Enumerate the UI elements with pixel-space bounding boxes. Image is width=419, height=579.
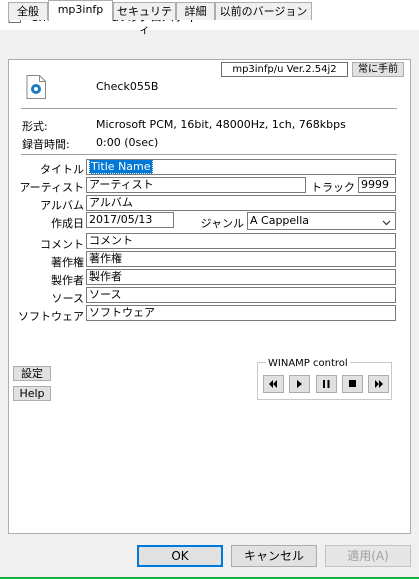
album-label: アルバム: [40, 199, 84, 212]
genre-label: ジャンル: [200, 217, 244, 230]
genre-value: A Cappella: [250, 214, 310, 227]
title-field[interactable]: Title Name: [86, 159, 396, 175]
format-value: Microsoft PCM, 16bit, 48000Hz, 1ch, 768k…: [96, 118, 346, 131]
divider: [21, 154, 397, 155]
tab-previous-versions[interactable]: 以前のバージョン: [215, 2, 312, 20]
producer-label: 製作者: [51, 274, 84, 287]
fast-forward-button[interactable]: [368, 375, 389, 393]
format-label: 形式:: [22, 120, 48, 133]
producer-field[interactable]: 製作者: [86, 269, 396, 285]
artist-field[interactable]: アーティスト: [86, 177, 306, 193]
version-label: mp3infp/u Ver.2.54j2: [221, 62, 348, 77]
copyright-field[interactable]: 著作権: [86, 251, 396, 267]
track-field[interactable]: 9999: [358, 177, 396, 193]
divider: [21, 108, 397, 109]
stop-button[interactable]: [342, 375, 363, 393]
genre-select[interactable]: A Cappella: [247, 212, 396, 230]
rewind-button[interactable]: [263, 375, 284, 393]
title-value: Title Name: [89, 160, 153, 174]
software-label: ソフトウェア: [18, 310, 84, 323]
apply-button[interactable]: 適用(A): [325, 545, 411, 567]
cancel-button[interactable]: キャンセル: [231, 545, 317, 567]
date-label: 作成日: [51, 217, 84, 230]
pause-button[interactable]: [316, 375, 337, 393]
tab-general[interactable]: 全般: [8, 2, 48, 20]
source-label: ソース: [51, 292, 84, 305]
tab-mp3infp[interactable]: mp3infp: [48, 0, 113, 21]
chevron-down-icon: [382, 216, 391, 229]
ok-button[interactable]: OK: [137, 545, 223, 567]
duration-label: 録音時間:: [22, 138, 70, 151]
audio-file-icon: [26, 75, 46, 99]
comment-field[interactable]: コメント: [86, 233, 396, 249]
play-button[interactable]: [289, 375, 310, 393]
date-field[interactable]: 2017/05/13: [86, 212, 174, 228]
winamp-control-title: WINAMP control: [266, 358, 350, 369]
tab-details[interactable]: 詳細: [176, 2, 215, 20]
comment-label: コメント: [40, 238, 84, 251]
settings-button[interactable]: 設定: [13, 366, 51, 381]
copyright-label: 著作権: [51, 256, 84, 269]
source-field[interactable]: ソース: [86, 287, 396, 303]
artist-label: アーティスト: [19, 181, 84, 194]
title-label: タイトル: [40, 163, 84, 176]
help-button[interactable]: Help: [13, 386, 51, 401]
tab-security[interactable]: セキュリティ: [113, 2, 176, 36]
album-field[interactable]: アルバム: [86, 195, 396, 211]
software-field[interactable]: ソフトウェア: [86, 305, 396, 321]
track-label: トラック: [311, 181, 355, 194]
duration-value: 0:00 (0sec): [96, 136, 159, 149]
always-on-top-button[interactable]: 常に手前: [352, 62, 404, 77]
file-name: Check055B: [96, 80, 159, 93]
